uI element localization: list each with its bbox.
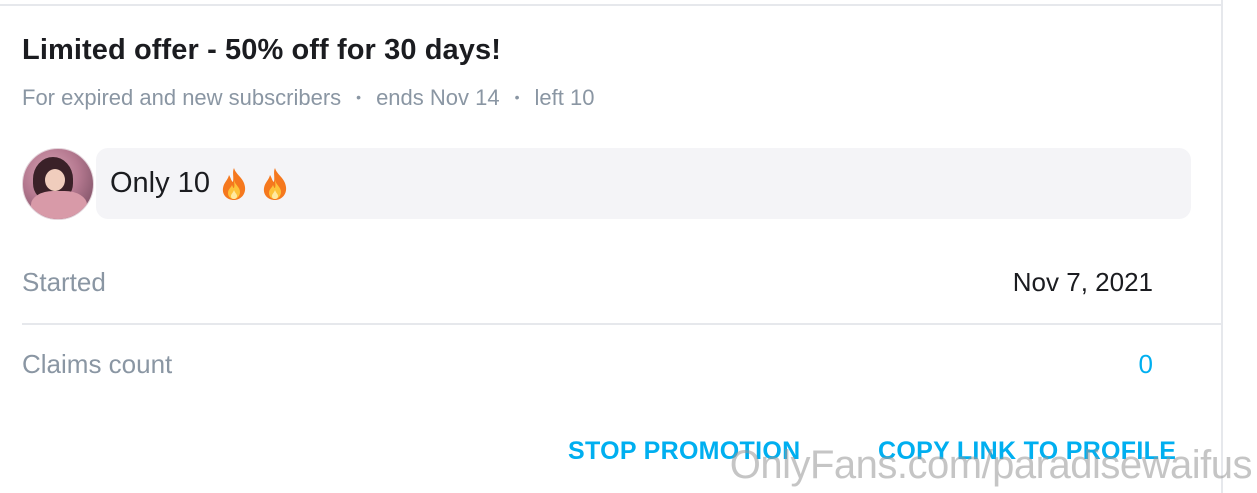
- left-count-text: left 10: [534, 85, 595, 110]
- promotion-meta: For expired and new subscribers • ends N…: [22, 85, 594, 111]
- message-content: Only 10: [110, 165, 292, 201]
- meta-separator: •: [356, 89, 362, 105]
- copy-link-to-profile-button[interactable]: COPY LINK TO PROFILE: [878, 437, 1176, 466]
- message-text: Only 10: [110, 166, 210, 199]
- fire-icon: [217, 166, 251, 202]
- stop-promotion-button[interactable]: STOP PROMOTION: [568, 437, 800, 466]
- promotion-title: Limited offer - 50% off for 30 days!: [22, 34, 501, 66]
- started-value: Nov 7, 2021: [1012, 267, 1153, 297]
- promotion-card: Limited offer - 50% off for 30 days! For…: [0, 0, 1223, 493]
- audience-text: For expired and new subscribers: [22, 85, 342, 110]
- claims-count-label: Claims count: [22, 349, 173, 379]
- meta-separator: •: [514, 89, 520, 105]
- fire-icon: [258, 166, 292, 202]
- avatar[interactable]: [22, 148, 94, 220]
- claims-count-value[interactable]: 0: [1139, 349, 1153, 380]
- ends-text: ends Nov 14: [376, 85, 500, 110]
- row-divider: [22, 323, 1223, 325]
- top-divider: [0, 4, 1221, 6]
- started-label: Started: [22, 267, 106, 297]
